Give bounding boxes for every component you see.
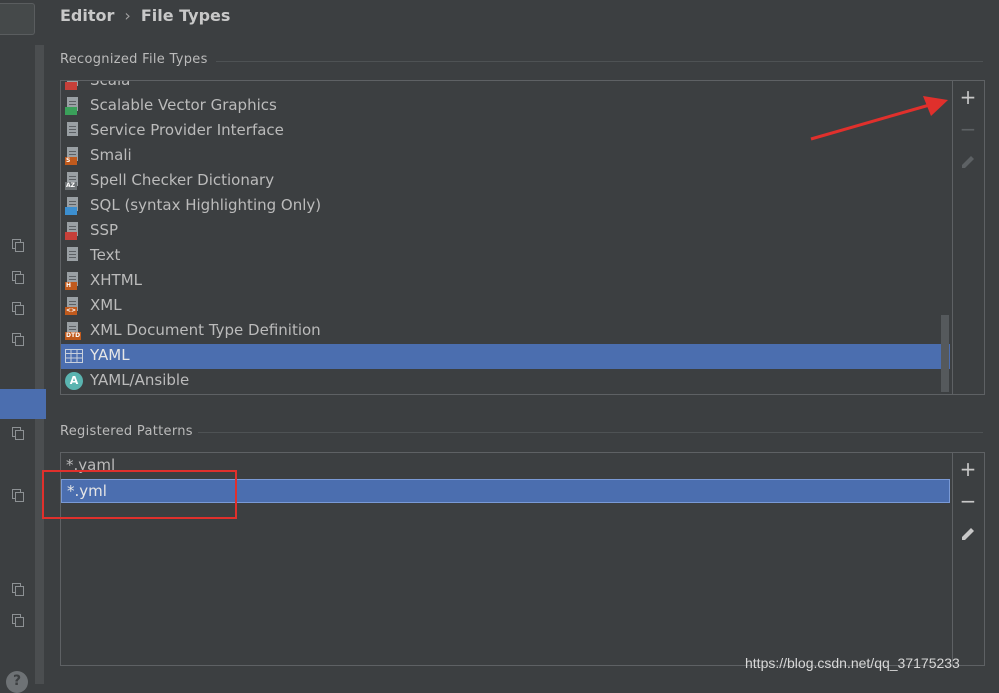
copy-icon: [12, 427, 24, 440]
section-divider: [216, 61, 983, 62]
file-type-label: Smali: [90, 146, 132, 164]
file-type-label: XML: [90, 296, 122, 314]
text-file-icon: [65, 122, 83, 140]
edit-file-type-button[interactable]: [959, 153, 977, 171]
file-type-row[interactable]: AZ Spell Checker Dictionary: [61, 169, 950, 194]
copy-icon: [12, 489, 24, 502]
scala-file-icon: [65, 81, 83, 90]
file-type-label: SQL (syntax Highlighting Only): [90, 196, 322, 214]
file-type-row[interactable]: YAML: [61, 344, 950, 369]
file-type-row[interactable]: S Smali: [61, 144, 950, 169]
ansible-icon: A: [65, 372, 83, 390]
file-type-row[interactable]: <> XML: [61, 294, 950, 319]
file-type-label: Spell Checker Dictionary: [90, 171, 275, 189]
file-type-label: Scalable Vector Graphics: [90, 96, 277, 114]
red-highlight-box: [42, 470, 237, 519]
text-file-icon: [65, 247, 83, 265]
file-type-label: Service Provider Interface: [90, 121, 284, 139]
file-type-label: Text: [90, 246, 121, 264]
remove-file-type-button[interactable]: −: [958, 119, 978, 139]
file-type-label: YAML: [90, 346, 130, 364]
file-types-scrollbar[interactable]: [941, 315, 949, 392]
settings-search-box[interactable]: [0, 3, 35, 35]
file-type-label: Scala: [90, 81, 130, 89]
copy-icon: [12, 302, 24, 315]
help-icon[interactable]: ?: [6, 671, 28, 693]
smali-file-icon: S: [65, 147, 83, 165]
patterns-toolbar: [952, 452, 985, 666]
registered-patterns-title: Registered Patterns: [60, 424, 193, 439]
file-type-label: SSP: [90, 221, 119, 239]
breadcrumb-parent[interactable]: Editor: [60, 6, 114, 25]
file-type-row[interactable]: DTD XML Document Type Definition: [61, 319, 950, 344]
file-type-label: YAML/Ansible: [90, 371, 190, 389]
sql-file-icon: [65, 197, 83, 215]
xhtml-file-icon: H: [65, 272, 83, 290]
dictionary-file-icon: AZ: [65, 172, 83, 190]
yaml-table-icon: [65, 347, 83, 365]
red-arrow-annotation: [810, 96, 948, 141]
edit-pattern-button[interactable]: [959, 525, 977, 543]
breadcrumb: Editor › File Types: [60, 5, 230, 25]
sidebar-scrollbar[interactable]: [35, 45, 44, 684]
file-type-row[interactable]: SQL (syntax Highlighting Only): [61, 194, 950, 219]
copy-icon: [12, 333, 24, 346]
file-type-row[interactable]: H XHTML: [61, 269, 950, 294]
copy-icon: [12, 239, 24, 252]
watermark: https://blog.csdn.net/qq_37175233: [745, 655, 960, 671]
add-pattern-button[interactable]: +: [958, 459, 978, 479]
copy-icon: [12, 271, 24, 284]
recognized-file-types-title: Recognized File Types: [60, 52, 208, 67]
add-file-type-button[interactable]: +: [958, 87, 978, 107]
sidebar-selected-item[interactable]: [0, 389, 46, 419]
file-type-row[interactable]: Text: [61, 244, 950, 269]
section-divider: [198, 432, 983, 433]
chevron-right-icon: ›: [124, 6, 131, 25]
file-type-row[interactable]: A YAML/Ansible: [61, 369, 950, 392]
remove-pattern-button[interactable]: −: [958, 491, 978, 511]
file-type-label: XML Document Type Definition: [90, 321, 321, 339]
breadcrumb-current: File Types: [140, 6, 231, 25]
file-type-label: XHTML: [90, 271, 143, 289]
xml-file-icon: <>: [65, 297, 83, 315]
dtd-file-icon: DTD: [65, 322, 83, 340]
svg-file-icon: [65, 97, 83, 115]
ssp-file-icon: [65, 222, 83, 240]
file-type-row[interactable]: SSP: [61, 219, 950, 244]
copy-icon: [12, 614, 24, 627]
copy-icon: [12, 583, 24, 596]
